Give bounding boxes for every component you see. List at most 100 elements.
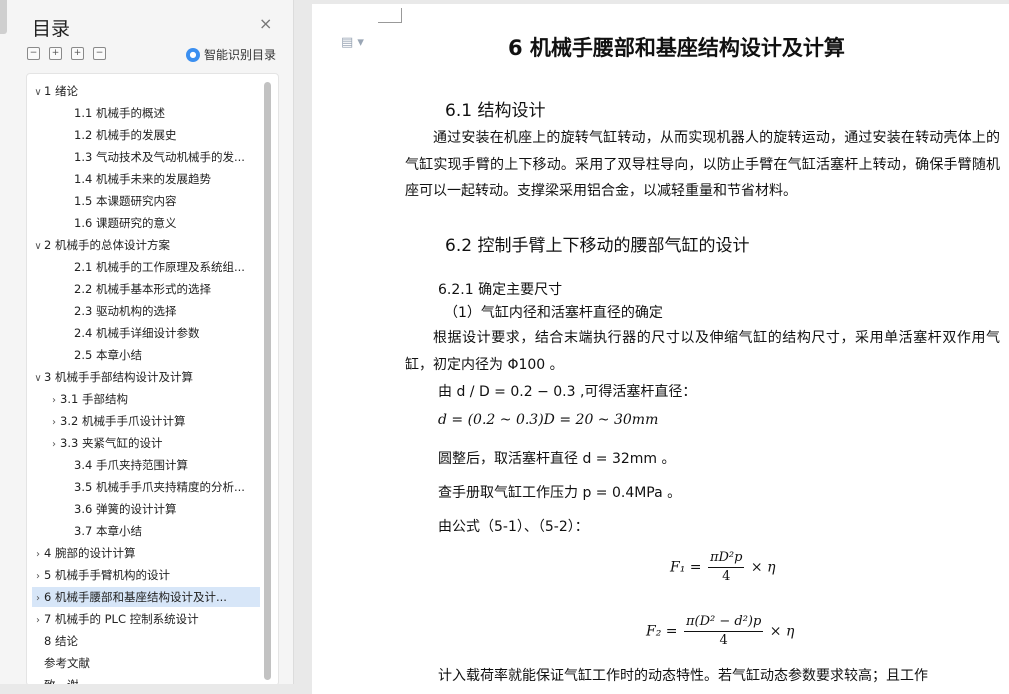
toc-pane: 目录 × − + + − ● 智能识别目录 ∨ 1 绪论 1.1 机械手的概述 1.2… [0, 0, 294, 684]
equation-lhs: F₂ = [646, 623, 678, 640]
toc-item[interactable]: 参考文献 [32, 653, 260, 673]
denominator: 4 [719, 633, 728, 648]
paragraph-line: 查手册取气缸工作压力 p = 0.4MPa 。 [438, 485, 682, 501]
smart-toc-button[interactable]: ● 智能识别目录 [186, 46, 276, 63]
chapter-title: 6 机械手腰部和基座结构设计及计算 [508, 36, 845, 60]
toc-item-label: 1.5 本课题研究内容 [74, 194, 177, 208]
toc-item-label: 2.5 本章小结 [74, 348, 142, 362]
toc-item[interactable]: 2.2 机械手基本形式的选择 [32, 279, 260, 299]
paragraph: 根据设计要求，结合末端执行器的尺寸以及伸缩气缸的结构尺寸，采用单活塞杆双作用气缸… [405, 330, 1000, 373]
toc-item-label: 3 机械手手部结构设计及计算 [44, 370, 193, 384]
toc-item-label: 3.3 夹紧气缸的设计 [60, 436, 163, 450]
paragraph-line: 由 d / D = 0.2 − 0.3 ,可得活塞杆直径： [438, 384, 697, 400]
toc-item-label: 7 机械手的 PLC 控制系统设计 [44, 612, 199, 626]
paragraph-line: （1）气缸内径和活塞杆直径的确定 [444, 305, 663, 321]
chevron-right-icon[interactable]: › [32, 567, 44, 585]
toc-item[interactable]: 3.6 弹簧的设计计算 [32, 499, 260, 519]
toc-item-label: 6 机械手腰部和基座结构设计及计... [44, 590, 227, 604]
chevron-right-icon[interactable]: › [32, 611, 44, 629]
toc-item[interactable]: 3.4 手爪夹持范围计算 [32, 455, 260, 475]
section-heading: 6.1 结构设计 [445, 101, 546, 121]
pane-scroll-thumb[interactable] [0, 0, 7, 34]
numerator: πD²p [707, 549, 745, 568]
toc-item-label: 2.4 机械手详细设计参数 [74, 326, 200, 340]
equation: F₂ = π(D² − d²)p 4 × η [646, 613, 794, 650]
document-options-icon[interactable]: ▤ ▾ [341, 35, 364, 50]
toc-item-label: 3.6 弹簧的设计计算 [74, 502, 177, 516]
toc-item[interactable]: 3.5 机械手手爪夹持精度的分析... [32, 477, 260, 497]
close-icon[interactable]: × [259, 16, 272, 32]
paragraph-line: 由公式（5-1）、（5-2）： [438, 519, 589, 535]
toc-item[interactable]: 1.5 本课题研究内容 [32, 191, 260, 211]
toc-item[interactable]: 2.1 机械手的工作原理及系统组... [32, 257, 260, 277]
collapse-all-button[interactable]: − [27, 47, 40, 60]
toc-item-label: 2.3 驱动机构的选择 [74, 304, 177, 318]
paragraph: 通过安装在机座上的旋转气缸转动，从而实现机器人的旋转运动，通过安装在转动壳体上的… [405, 130, 1000, 199]
chevron-right-icon[interactable]: › [32, 589, 44, 607]
toc-item[interactable]: 2.4 机械手详细设计参数 [32, 323, 260, 343]
toc-item[interactable]: ∨ 2 机械手的总体设计方案 [32, 235, 260, 255]
smart-toc-label: 智能识别目录 [204, 48, 277, 62]
toc-item[interactable]: ∨ 3 机械手手部结构设计及计算 [32, 367, 260, 387]
toc-item-label: 3.4 手爪夹持范围计算 [74, 458, 188, 472]
toc-item[interactable]: › 3.1 手部结构 [32, 389, 260, 409]
equation: d = (0.2 ~ 0.3)D = 20 ~ 30mm [438, 412, 659, 428]
toc-item[interactable]: 2.3 驱动机构的选择 [32, 301, 260, 321]
document-canvas: ▤ ▾ 6 机械手腰部和基座结构设计及计算 6.1 结构设计 通过安装在机座上的… [294, 0, 1009, 694]
toc-item[interactable]: 1.6 课题研究的意义 [32, 213, 260, 233]
toc-item[interactable]: 1.2 机械手的发展史 [32, 125, 260, 145]
equation-tail: × η [750, 559, 776, 576]
toc-item-label: 1 绪论 [44, 84, 78, 98]
chevron-right-icon[interactable]: › [48, 391, 60, 409]
chevron-right-icon[interactable]: › [48, 435, 60, 453]
toc-item-label: 2.2 机械手基本形式的选择 [74, 282, 211, 296]
chevron-down-icon[interactable]: ∨ [32, 369, 44, 387]
toc-item[interactable]: › 3.2 机械手手爪设计计算 [32, 411, 260, 431]
toc-item[interactable]: › 7 机械手的 PLC 控制系统设计 [32, 609, 260, 629]
equation-tail: × η [769, 623, 795, 640]
toc-item-label: 参考文献 [44, 656, 90, 670]
chevron-right-icon[interactable]: › [48, 413, 60, 431]
toc-item[interactable]: › 3.3 夹紧气缸的设计 [32, 433, 260, 453]
toc-item[interactable]: › 6 机械手腰部和基座结构设计及计... [32, 587, 260, 607]
equation: F₁ = πD²p 4 × η [670, 549, 776, 586]
toc-item[interactable]: ∨ 1 绪论 [32, 81, 260, 101]
toc-toolbar: − + + − [27, 47, 106, 60]
toc-item-label: 1.2 机械手的发展史 [74, 128, 177, 142]
toc-item[interactable]: 1.4 机械手未来的发展趋势 [32, 169, 260, 189]
toc-item[interactable]: › 5 机械手手臂机构的设计 [32, 565, 260, 585]
chevron-down-icon[interactable]: ∨ [32, 83, 44, 101]
toc-item-label: 5 机械手手臂机构的设计 [44, 568, 170, 582]
toc-item-label: 1.3 气动技术及气动机械手的发... [74, 150, 245, 164]
toc-item[interactable]: › 4 腕部的设计计算 [32, 543, 260, 563]
toc-item[interactable]: 8 结论 [32, 631, 260, 651]
toc-item-label: 1.1 机械手的概述 [74, 106, 165, 120]
toc-tree: ∨ 1 绪论 1.1 机械手的概述 1.2 机械手的发展史 1.3 气动技术及气动机械手… [26, 73, 279, 684]
fraction: π(D² − d²)p 4 [683, 613, 764, 650]
toc-item[interactable]: 3.7 本章小结 [32, 521, 260, 541]
toc-item-label: 8 结论 [44, 634, 78, 648]
toc-item[interactable]: 致 谢 [32, 675, 260, 684]
toc-item[interactable]: 1.3 气动技术及气动机械手的发... [32, 147, 260, 167]
numerator: π(D² − d²)p [683, 613, 764, 632]
document-page: ▤ ▾ 6 机械手腰部和基座结构设计及计算 6.1 结构设计 通过安装在机座上的… [312, 4, 1009, 694]
toc-scrollbar[interactable] [264, 82, 271, 680]
remove-heading-button[interactable]: − [93, 47, 106, 60]
toc-item-label: 致 谢 [44, 678, 79, 684]
toc-item-label: 1.6 课题研究的意义 [74, 216, 177, 230]
toc-item-label: 2 机械手的总体设计方案 [44, 238, 170, 252]
paragraph-line: 计入载荷率就能保证气缸工作时的动态特性。若气缸动态参数要求较高；且工作 [438, 668, 928, 684]
toc-item[interactable]: 2.5 本章小结 [32, 345, 260, 365]
equation-lhs: F₁ = [670, 559, 702, 576]
subsection-heading: 6.2.1 确定主要尺寸 [438, 282, 563, 298]
expand-all-button[interactable]: + [49, 47, 62, 60]
chevron-down-icon[interactable]: ∨ [32, 237, 44, 255]
toc-item-label: 3.1 手部结构 [60, 392, 128, 406]
chevron-right-icon[interactable]: › [32, 545, 44, 563]
toc-item-label: 3.7 本章小结 [74, 524, 142, 538]
toc-item[interactable]: 1.1 机械手的概述 [32, 103, 260, 123]
toc-item-label: 3.5 机械手手爪夹持精度的分析... [74, 480, 245, 494]
toc-title: 目录 [32, 18, 71, 40]
toc-item-label: 1.4 机械手未来的发展趋势 [74, 172, 211, 186]
add-heading-button[interactable]: + [71, 47, 84, 60]
